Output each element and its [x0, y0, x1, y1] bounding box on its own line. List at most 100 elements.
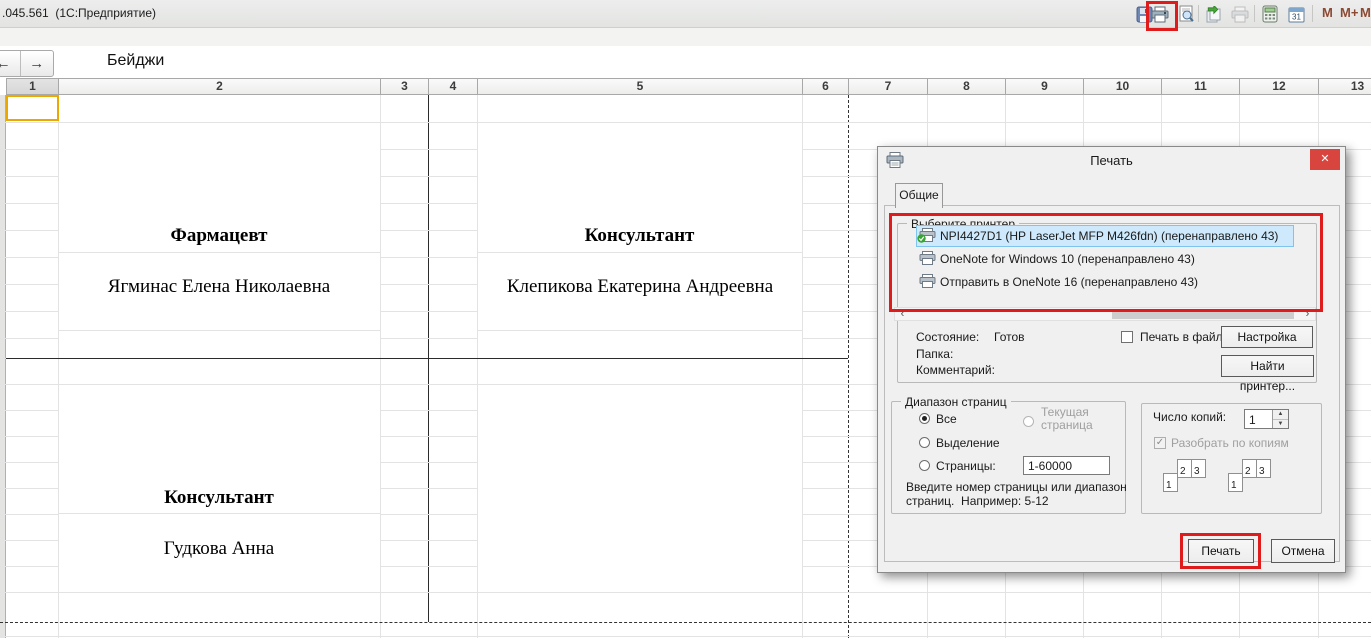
row-header-tick — [0, 257, 6, 258]
column-header-11[interactable]: 11 — [1161, 78, 1240, 95]
row-header-tick — [0, 488, 6, 489]
print-button[interactable]: Печать — [1188, 539, 1254, 563]
comment-label: Комментарий: — [916, 363, 995, 377]
gridline — [6, 592, 1371, 593]
nav-button-group: ← → — [0, 50, 54, 77]
gridline — [6, 149, 58, 150]
printer-list-item[interactable]: OneNote for Windows 10 (перенаправлено 4… — [916, 248, 1294, 270]
column-header-8[interactable]: 8 — [927, 78, 1006, 95]
row-header-tick — [0, 636, 6, 637]
gridline — [58, 330, 380, 331]
memory-m-plus-button[interactable]: M+ — [1340, 5, 1358, 20]
status-value: Готов — [994, 330, 1025, 344]
badge-title[interactable]: Фармацевт — [58, 222, 380, 250]
gridline — [380, 284, 477, 285]
range-current-page-radio — [1023, 416, 1034, 427]
print-to-file-label: Печать в файл — [1140, 330, 1223, 344]
badge-divider-horizontal — [6, 358, 848, 359]
gridline — [6, 338, 58, 339]
calculator-icon[interactable] — [1260, 4, 1280, 24]
column-header-3[interactable]: 3 — [380, 78, 429, 95]
scroll-left-icon[interactable]: ‹ — [895, 308, 910, 320]
copies-value: 1 — [1249, 413, 1256, 427]
gridline — [380, 436, 477, 437]
gridline — [6, 636, 1371, 637]
gridline — [380, 540, 477, 541]
print-preview-icon[interactable] — [1176, 4, 1196, 24]
row-header-tick — [0, 436, 6, 437]
application-window: .045.561 (1С:Предприятие) 31 M M+ M- — [0, 0, 1371, 638]
gridline — [6, 566, 58, 567]
printer-list-item[interactable]: Отправить в OneNote 16 (перенаправлено 4… — [916, 271, 1294, 293]
printer-list-item-selected[interactable]: NPI4427D1 (HP LaserJet MFP M426fdn) (пер… — [916, 225, 1294, 247]
column-header-10[interactable]: 10 — [1083, 78, 1162, 95]
forward-arrow-icon[interactable]: → — [20, 51, 54, 76]
range-pages-radio[interactable] — [919, 460, 930, 471]
gridline — [6, 257, 58, 258]
sheet-caption: Бейджи — [107, 52, 164, 70]
cancel-button[interactable]: Отмена — [1271, 539, 1335, 563]
gridline — [6, 122, 1371, 123]
spinner-buttons[interactable]: ▲▼ — [1272, 410, 1288, 428]
printer-icon — [919, 274, 936, 289]
badge-name[interactable]: Гудкова Анна — [58, 536, 380, 562]
gridline — [380, 257, 477, 258]
range-selection-radio[interactable] — [919, 437, 930, 448]
scroll-right-icon[interactable]: › — [1300, 308, 1315, 320]
print-to-file-checkbox[interactable] — [1121, 331, 1133, 343]
column-header-5[interactable]: 5 — [477, 78, 803, 95]
print-icon[interactable] — [1150, 4, 1170, 24]
badge-title[interactable]: Консультант — [477, 222, 802, 250]
back-arrow-icon[interactable]: ← — [0, 51, 20, 76]
gridline — [380, 514, 477, 515]
gridline — [6, 230, 58, 231]
memory-m-button[interactable]: M — [1322, 5, 1333, 20]
gridline — [477, 384, 802, 385]
active-cell-selection[interactable] — [6, 95, 59, 121]
column-header-6[interactable]: 6 — [802, 78, 849, 95]
preferences-button[interactable]: Настройка — [1221, 326, 1313, 348]
column-header-4[interactable]: 4 — [428, 78, 478, 95]
column-header-1[interactable]: 1 — [6, 78, 59, 95]
calendar-icon[interactable]: 31 — [1286, 4, 1306, 24]
update-link-icon[interactable] — [1204, 4, 1224, 24]
gridline — [380, 384, 477, 385]
row-header-tick — [0, 462, 6, 463]
badge-name[interactable]: Ягминас Елена Николаевна — [58, 274, 380, 300]
toolbar-separator — [1198, 5, 1199, 22]
row-header-tick — [0, 592, 6, 593]
close-icon[interactable]: ✕ — [1310, 149, 1340, 170]
column-header-2[interactable]: 2 — [58, 78, 381, 95]
memory-m-minus-button[interactable]: M- — [1360, 5, 1371, 20]
page-break-horizontal — [0, 622, 1371, 623]
gridline — [58, 513, 380, 514]
row-header-tick — [0, 514, 6, 515]
column-header-12[interactable]: 12 — [1239, 78, 1319, 95]
find-printer-button[interactable]: Найти принтер... — [1221, 355, 1314, 377]
scrollbar-thumb[interactable] — [1112, 309, 1294, 319]
page-range-group-label: Диапазон страниц — [901, 395, 1011, 409]
gridline — [58, 252, 380, 253]
toolbar-strip — [0, 28, 1371, 46]
pages-range-input[interactable]: 1-60000 — [1023, 456, 1110, 475]
copies-spinner[interactable]: 1 ▲▼ — [1244, 409, 1289, 429]
column-header-7[interactable]: 7 — [848, 78, 928, 95]
column-header-13[interactable]: 13 — [1318, 78, 1371, 95]
range-all-radio[interactable] — [919, 413, 930, 424]
gridline — [6, 514, 58, 515]
row-header-tick — [0, 149, 6, 150]
gridline — [477, 95, 478, 638]
spin-up-icon: ▲ — [1273, 410, 1288, 420]
printer-list-scrollbar[interactable]: ‹ › — [894, 307, 1316, 321]
gridline — [380, 203, 477, 204]
badge-title[interactable]: Консультант — [58, 484, 380, 512]
badge-name[interactable]: Клепикова Екатерина Андреевна — [500, 274, 780, 300]
copies-label: Число копий: — [1153, 410, 1226, 424]
range-all-label: Все — [936, 412, 957, 426]
print-dialog-titlebar[interactable]: Печать ✕ — [878, 147, 1345, 173]
column-header-9[interactable]: 9 — [1005, 78, 1084, 95]
gridline — [6, 436, 58, 437]
gridline — [6, 203, 58, 204]
range-pages-label: Страницы: — [936, 459, 996, 473]
tab-general[interactable]: Общие — [895, 183, 943, 208]
